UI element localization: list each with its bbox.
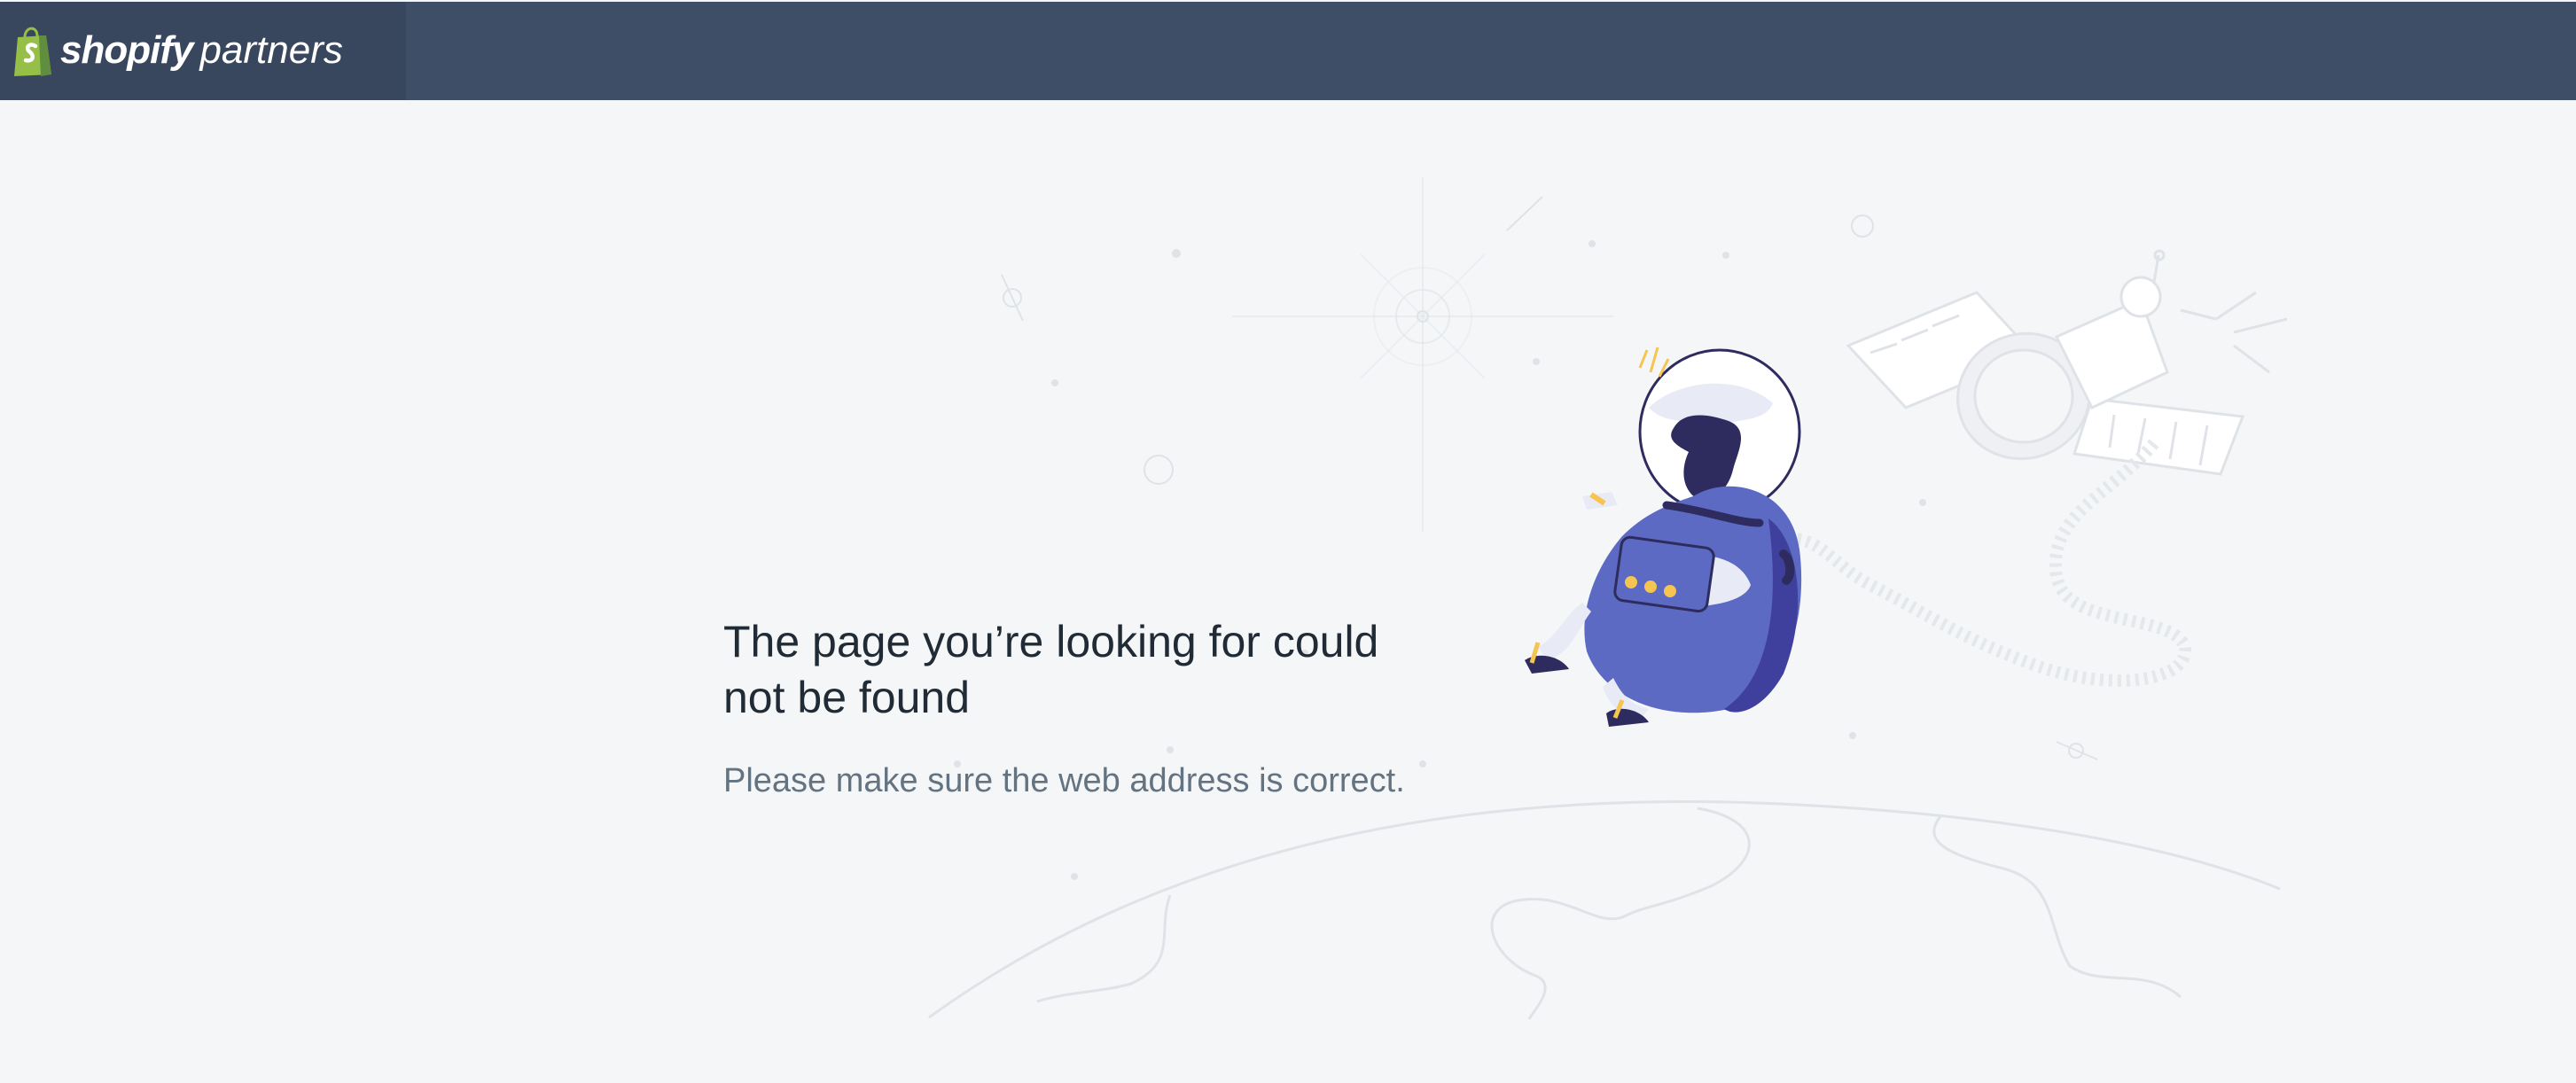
shopify-partners-logo-link[interactable]: shopify partners <box>0 2 406 100</box>
star-burst-decoration <box>1232 177 1613 532</box>
page-title: The page you’re looking for could not be… <box>723 617 1379 722</box>
error-description: Please make sure the web address is corr… <box>723 762 1405 799</box>
not-found-page: The page you’re looking for could not be… <box>0 100 2576 1083</box>
shopify-bag-icon <box>14 27 51 76</box>
brand-wordmark: shopify partners <box>60 28 343 73</box>
satellite-illustration <box>1782 249 2288 687</box>
astronaut-illustration <box>1525 347 1802 727</box>
brand-name: shopify <box>60 28 193 72</box>
top-bar: shopify partners <box>0 2 2576 100</box>
brand-product: partners <box>199 28 343 72</box>
planet-horizon-illustration <box>928 800 2281 1020</box>
space-background-illustration <box>928 177 2288 1020</box>
error-message-block: The page you’re looking for could not be… <box>723 614 1450 802</box>
